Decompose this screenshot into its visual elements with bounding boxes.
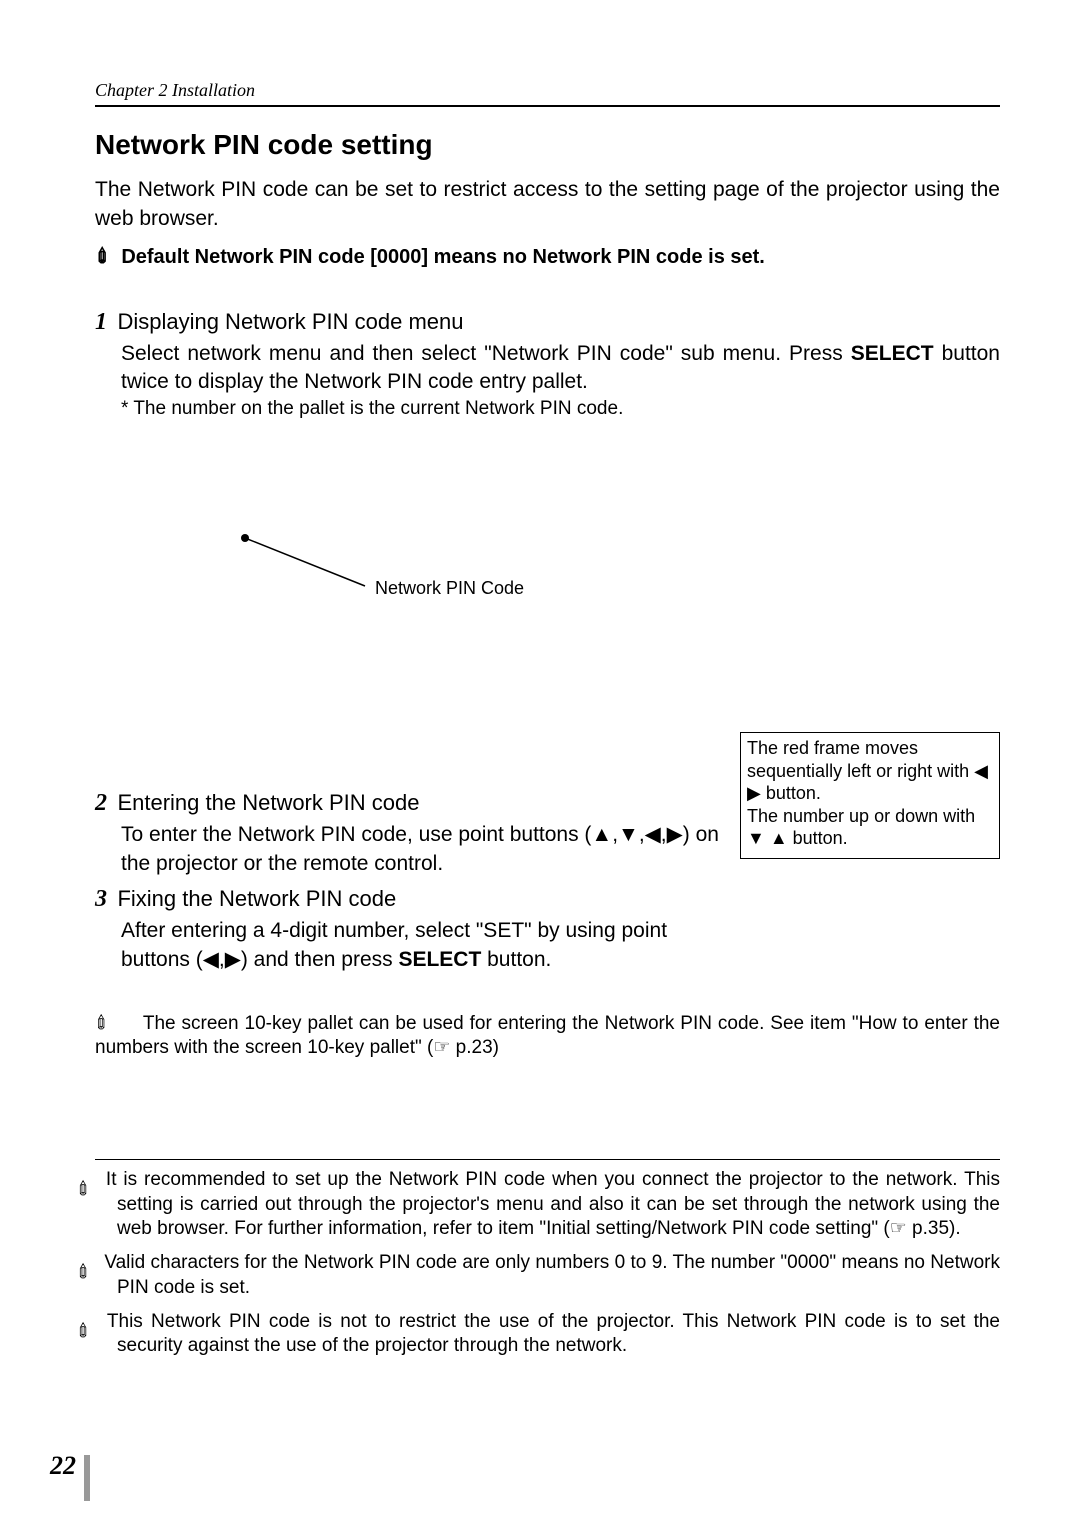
step-1-select: SELECT	[851, 342, 934, 365]
step-2-row: 2 Entering the Network PIN code To enter…	[95, 790, 1000, 981]
footer-note-3: ✐ This Network PIN code is not to restri…	[95, 1310, 1000, 1359]
pencil-icon: ✐	[86, 1172, 103, 1189]
intro-paragraph: The Network PIN code can be set to restr…	[95, 175, 1000, 234]
footer-note-1-text: It is recommended to set up the Network …	[106, 1169, 1000, 1239]
step-2-title: Entering the Network PIN code	[117, 790, 419, 815]
page-number: 22	[50, 1451, 76, 1481]
pencil-icon: ✐	[86, 1255, 103, 1272]
step-3-arrows: ◀,▶	[203, 948, 241, 971]
footer-note-2: ✐ Valid characters for the Network PIN c…	[95, 1251, 1000, 1300]
help-box-line2: The number up or down with ▼ ▲ button.	[747, 805, 993, 850]
step-1-title: Displaying Network PIN code menu	[117, 309, 463, 334]
footer-note-1: ✐ It is recommended to set up the Networ…	[95, 1168, 1000, 1241]
step-1-body: Select network menu and then select "Net…	[121, 340, 1000, 397]
pencil-icon: ✐	[89, 1010, 117, 1038]
step-1-number: 1	[95, 309, 107, 335]
page-container: Chapter 2 Installation Network PIN code …	[0, 0, 1080, 1527]
chapter-heading: Chapter 2 Installation	[95, 80, 1000, 107]
step-3-body-c: button.	[481, 948, 551, 971]
callout-label: Network PIN Code	[375, 578, 524, 599]
step-2-arrows: ▲,▼,◀,▶	[591, 823, 682, 846]
step-2: 2 Entering the Network PIN code To enter…	[95, 790, 720, 878]
footer-separator	[95, 1159, 1000, 1160]
step-3-body: After entering a 4-digit number, select …	[121, 917, 720, 974]
footer-note-3-text: This Network PIN code is not to restrict…	[107, 1311, 1000, 1356]
page-number-bar	[84, 1455, 90, 1501]
ten-key-note: ✐ The screen 10-key pallet can be used f…	[95, 1012, 1000, 1060]
help-box: The red frame moves sequentially left or…	[740, 732, 1000, 859]
section-title: Network PIN code setting	[95, 129, 1000, 161]
callout-line-icon	[165, 530, 385, 610]
step-3-title: Fixing the Network PIN code	[117, 886, 396, 911]
callout-diagram: Network PIN Code	[95, 530, 1000, 710]
step-2-number: 2	[95, 790, 107, 816]
help-box-line1: The red frame moves sequentially left or…	[747, 737, 993, 805]
step-1: 1 Displaying Network PIN code menu Selec…	[95, 309, 1000, 421]
step-3-number: 3	[95, 886, 107, 912]
step-3-select: SELECT	[398, 948, 481, 971]
default-pin-note: ✐ Default Network PIN code [0000] means …	[95, 244, 1000, 269]
pencil-icon: ✐	[86, 1313, 103, 1330]
step-2-body-a: To enter the Network PIN code, use point…	[121, 823, 591, 846]
footer-notes: ✐ It is recommended to set up the Networ…	[95, 1168, 1000, 1358]
ten-key-text: The screen 10-key pallet can be used for…	[95, 1013, 1000, 1058]
footer-note-2-text: Valid characters for the Network PIN cod…	[104, 1252, 1000, 1297]
default-pin-text: Default Network PIN code [0000] means no…	[116, 246, 765, 268]
step-3-body-b: ) and then press	[241, 948, 399, 971]
step-1-note: * The number on the pallet is the curren…	[121, 398, 1000, 420]
step-2-body: To enter the Network PIN code, use point…	[121, 821, 720, 878]
step-3: 3 Fixing the Network PIN code After ente…	[95, 886, 720, 974]
step-1-body-a: Select network menu and then select "Net…	[121, 342, 843, 365]
pencil-icon: ✐	[89, 242, 119, 272]
